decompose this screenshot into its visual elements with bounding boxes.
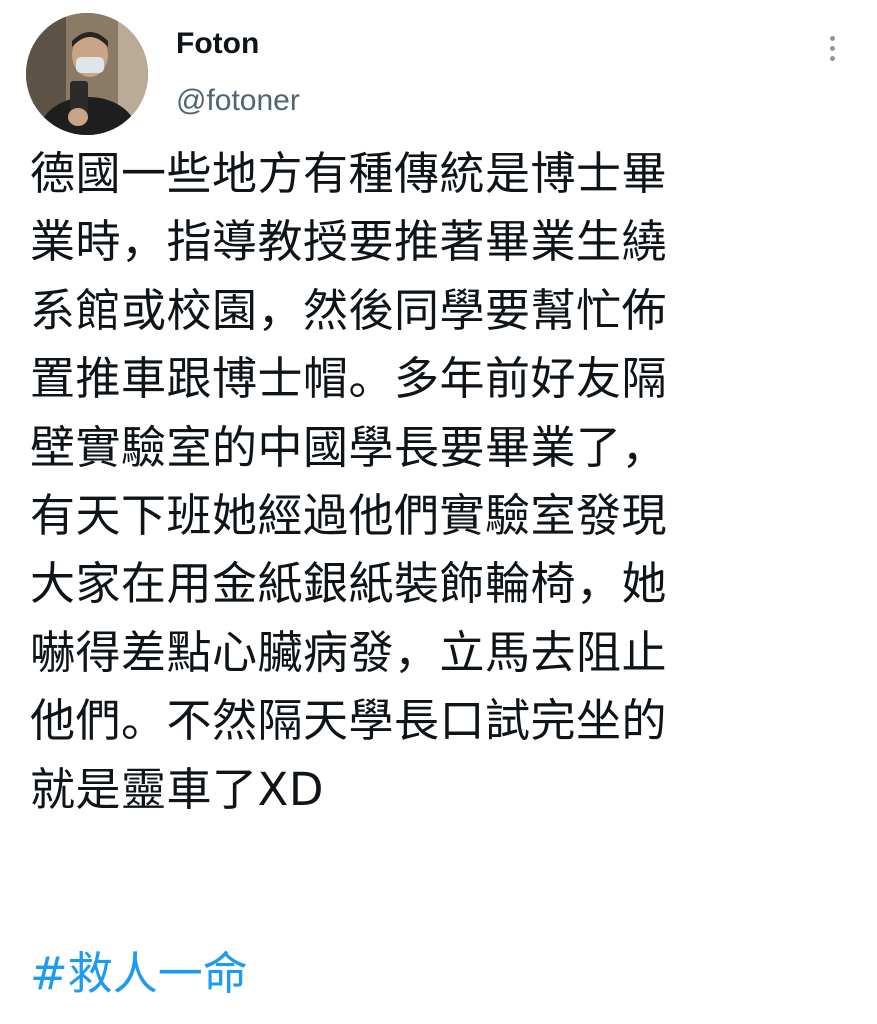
tweet-text-line: 大家在用金紙銀紙裝飾輪椅，她 <box>30 557 668 611</box>
hashtag-link[interactable]: #救人一命 <box>30 940 248 1008</box>
tweet-text-line: 置推車跟博士帽。多年前好友隔 <box>30 352 668 406</box>
tweet-text-line: 嚇得差點心臟病發，立馬去阻止 <box>30 625 668 679</box>
more-vertical-icon-dot <box>829 45 835 51</box>
tweet-text-line: 德國一些地方有種傳統是博士畢 <box>30 147 668 200</box>
more-vertical-icon-dot <box>829 55 835 61</box>
tweet-text-line: 系館或校園，然後同學要幫忙佈 <box>30 283 668 337</box>
tweet-text-line: 有天下班她經過他們實驗室發現 <box>30 488 668 542</box>
more-vertical-icon <box>829 35 835 41</box>
display-name[interactable]: Foton <box>176 24 259 64</box>
tweet-text-line: 業時，指導教授要推著畢業生繞 <box>30 215 668 269</box>
user-handle[interactable]: @fotoner <box>176 81 300 121</box>
tweet-text-line: 就是靈車了XD <box>30 762 324 816</box>
avatar-photo <box>26 13 148 135</box>
tweet-text-line: 壁實驗室的中國學長要畢業了， <box>30 420 668 474</box>
tweet-text-line: 他們。不然隔天學長口試完坐的 <box>30 694 668 748</box>
tweet-card: Foton @fotoner 德國一些地方有種傳統是博士畢 業時，指導教授要推著… <box>0 0 877 1024</box>
tweet-text: 德國一些地方有種傳統是博士畢 業時，指導教授要推著畢業生繞 系館或校園，然後同學… <box>30 140 830 824</box>
avatar[interactable] <box>26 13 148 135</box>
more-options-button[interactable] <box>814 26 850 70</box>
